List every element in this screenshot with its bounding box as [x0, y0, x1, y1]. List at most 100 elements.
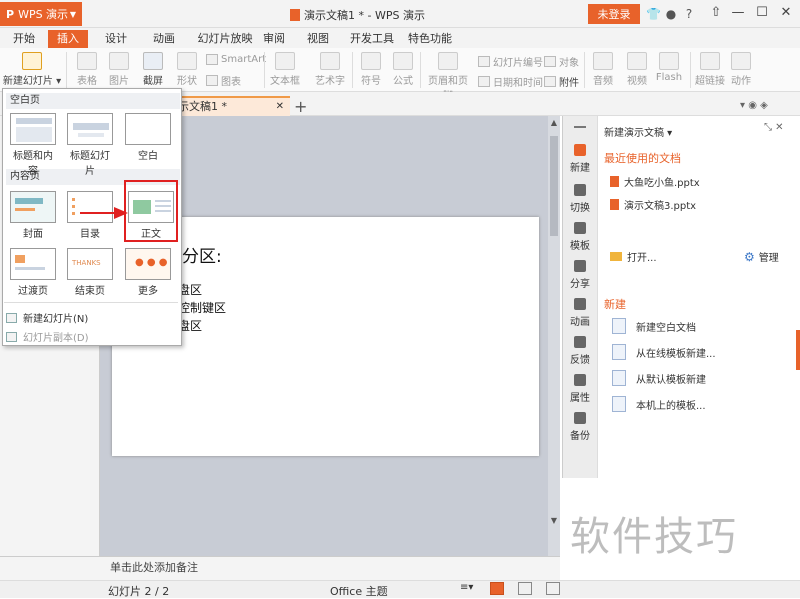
- table-button[interactable]: 表格: [72, 52, 102, 87]
- speaker-icon: [593, 52, 613, 70]
- notes-toggle-icon[interactable]: ≡▾: [460, 582, 474, 595]
- help-icon[interactable]: ?: [682, 7, 696, 21]
- watermark: 软件技巧: [560, 478, 800, 580]
- datetime-button[interactable]: 日期和时间: [478, 74, 543, 89]
- flash-label: Flash: [655, 72, 683, 83]
- recent-file-item[interactable]: 演示文稿3.pptx: [610, 197, 696, 212]
- tab-review[interactable]: 审阅: [254, 30, 294, 48]
- hyperlink-button[interactable]: 超链接: [694, 52, 726, 87]
- layout-label: 空白: [138, 151, 158, 162]
- new-from-default-template[interactable]: 从默认模板新建: [612, 370, 706, 386]
- side-tab-label: 备份: [570, 431, 590, 442]
- action-label: 动作: [731, 76, 751, 87]
- menu-duplicate-slide-label: 幻灯片副本(D): [23, 333, 89, 344]
- menu-handle-icon[interactable]: [574, 126, 586, 128]
- tab-tools-icons[interactable]: ▾ ◉ ◈: [740, 100, 768, 111]
- smartart-label: SmartArt: [221, 54, 267, 65]
- scrollbar-thumb[interactable]: [550, 136, 558, 236]
- tab-view[interactable]: 视图: [298, 30, 338, 48]
- side-tab-transition[interactable]: 切换: [562, 184, 598, 214]
- flash-button[interactable]: Flash: [654, 52, 684, 83]
- more-layouts-icon: ● ● ●: [125, 248, 171, 280]
- formula-button[interactable]: 公式: [388, 52, 418, 87]
- layout-title-content[interactable]: 标题和内容: [9, 113, 57, 177]
- layout-more[interactable]: ● ● ● 更多: [124, 248, 172, 297]
- tab-animation[interactable]: 动画: [144, 30, 184, 48]
- chat-icon[interactable]: ●: [664, 7, 678, 21]
- properties-icon: [574, 374, 586, 386]
- calendar-icon: [478, 76, 490, 87]
- object-button[interactable]: 对象: [544, 54, 579, 69]
- animation-icon: [574, 298, 586, 310]
- tab-slideshow[interactable]: 幻灯片放映: [190, 30, 260, 48]
- notes-area[interactable]: 单击此处添加备注: [0, 556, 560, 580]
- new-blank-doc[interactable]: 新建空白文档: [612, 318, 696, 334]
- close-tab-icon[interactable]: ✕: [276, 98, 284, 115]
- audio-label: 音频: [593, 76, 613, 87]
- shirt-icon[interactable]: 👕: [646, 7, 661, 21]
- action-button[interactable]: 动作: [726, 52, 756, 87]
- panel-collapse-handle[interactable]: [796, 330, 800, 370]
- side-tab-backup[interactable]: 备份: [562, 412, 598, 442]
- new-slide-button[interactable]: 新建幻灯片 ▾: [2, 52, 62, 87]
- new-slide-icon: [22, 52, 42, 70]
- header-footer-icon: [438, 52, 458, 70]
- scroll-down-icon[interactable]: ▼: [548, 516, 560, 525]
- video-button[interactable]: 视频: [622, 52, 652, 87]
- textbox-button[interactable]: 文本框: [268, 52, 302, 87]
- chart-button[interactable]: 图表: [206, 73, 241, 88]
- layout-transition[interactable]: 过渡页: [9, 248, 57, 297]
- tab-design[interactable]: 设计: [96, 30, 136, 48]
- normal-view-icon[interactable]: [490, 582, 504, 595]
- reading-view-icon[interactable]: [546, 582, 560, 595]
- transition-icon: [574, 184, 586, 196]
- side-tab-properties[interactable]: 属性: [562, 374, 598, 404]
- tab-start[interactable]: 开始: [6, 30, 42, 48]
- manage-link[interactable]: ⚙ 管理: [744, 249, 779, 265]
- layout-cover[interactable]: 封面: [9, 191, 57, 240]
- task-pane-controls[interactable]: ⤡ ✕: [764, 122, 784, 133]
- symbol-button[interactable]: 符号: [356, 52, 386, 87]
- smartart-button[interactable]: SmartArt: [206, 54, 266, 65]
- screenshot-button[interactable]: 截屏: [138, 52, 168, 87]
- task-pane-title[interactable]: 新建演示文稿 ▾: [604, 124, 672, 139]
- globe-icon: [700, 52, 720, 70]
- audio-button[interactable]: 音频: [588, 52, 618, 87]
- side-tab-feedback[interactable]: 反馈: [562, 336, 598, 366]
- document-tab[interactable]: 示文稿1 * ✕: [170, 96, 290, 116]
- slide-number-button[interactable]: 幻灯片编号: [478, 54, 543, 69]
- table-icon: [77, 52, 97, 70]
- side-tab-share[interactable]: 分享: [562, 260, 598, 290]
- picture-button[interactable]: 图片: [104, 52, 134, 87]
- new-from-online-template[interactable]: 从在线模板新建...: [612, 344, 716, 360]
- layout-ending[interactable]: THANKS 结束页: [66, 248, 114, 297]
- side-tab-template[interactable]: 模板: [562, 222, 598, 252]
- tab-developer[interactable]: 开发工具: [344, 30, 400, 48]
- divider: [690, 52, 691, 88]
- scroll-up-icon[interactable]: ▲: [548, 118, 560, 127]
- recent-file-item[interactable]: 大鱼吃小鱼.pptx: [610, 174, 700, 189]
- vertical-scrollbar[interactable]: ▲ ▼: [548, 116, 560, 556]
- tab-features[interactable]: 特色功能: [402, 30, 458, 48]
- tab-insert[interactable]: 插入: [48, 30, 88, 48]
- login-button[interactable]: 未登录: [588, 4, 640, 24]
- layout-blank[interactable]: 空白: [124, 113, 172, 162]
- slide-text-line[interactable]: 控制键区: [178, 299, 226, 316]
- divider: [420, 52, 421, 88]
- close-button[interactable]: ✕: [772, 2, 800, 24]
- sorter-view-icon[interactable]: [518, 582, 532, 595]
- layout-title-slide[interactable]: 标题幻灯片: [66, 113, 114, 177]
- app-menu-button[interactable]: P WPS 演示 ▼: [0, 2, 82, 26]
- wps-logo-icon: P: [6, 7, 15, 21]
- add-tab-icon[interactable]: +: [294, 97, 307, 116]
- side-tab-label: 新建: [570, 163, 590, 174]
- wordart-button[interactable]: 艺术字: [310, 52, 350, 87]
- side-tab-animation[interactable]: 动画: [562, 298, 598, 328]
- local-templates[interactable]: 本机上的模板...: [612, 396, 706, 412]
- open-file-link[interactable]: 打开...: [610, 249, 657, 264]
- manage-label: 管理: [758, 253, 779, 264]
- attachment-button[interactable]: 附件: [544, 74, 579, 89]
- side-tab-new[interactable]: 新建: [562, 144, 598, 174]
- shape-button[interactable]: 形状: [172, 52, 202, 87]
- menu-new-slide[interactable]: 新建幻灯片(N): [6, 310, 88, 325]
